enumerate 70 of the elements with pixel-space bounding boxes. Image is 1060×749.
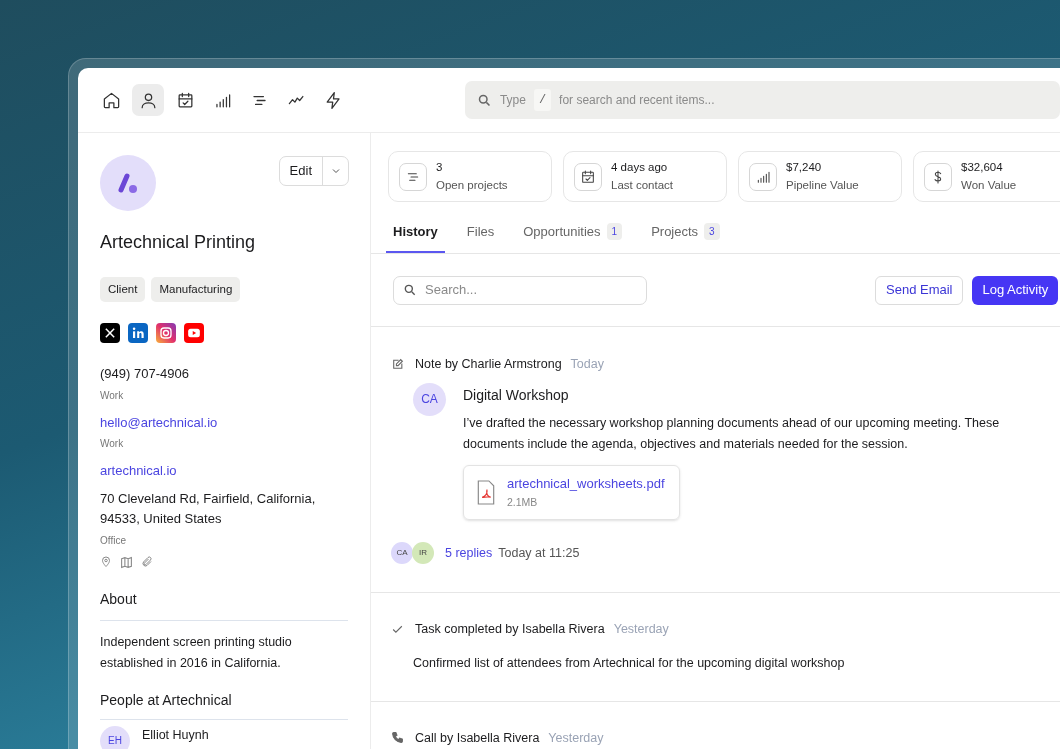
pdf-file-icon (476, 479, 496, 505)
stat-label: Pipeline Value (786, 178, 859, 193)
youtube-logo-icon[interactable] (184, 323, 204, 344)
file-name[interactable]: artechnical_worksheets.pdf (507, 473, 665, 494)
section-title: About (100, 588, 348, 621)
phone-number: (949) 707-4906 (100, 365, 190, 384)
map-pin-icon[interactable] (100, 555, 112, 568)
x-logo-icon[interactable] (100, 323, 120, 344)
address-text: 70 Cleveland Rd, Fairfield, California, 94533, United States (100, 489, 317, 528)
stat-value: 3 (436, 159, 444, 175)
activity-title: Note by Charlie Armstrong (415, 356, 562, 373)
stat-label: Last contact (611, 178, 673, 193)
activity-time: Yesterday (613, 621, 669, 638)
note-heading: Digital Workshop (463, 385, 570, 405)
stat-value: $32,604 (961, 159, 1004, 175)
nav-button[interactable] (132, 84, 164, 116)
tab[interactable]: Projects 3 (644, 212, 727, 253)
tag: Manufacturing (151, 277, 241, 303)
tab[interactable]: Files (459, 212, 502, 253)
calendar-icon (580, 168, 596, 185)
placeholder-text: Search... (425, 281, 478, 300)
search-icon (403, 283, 417, 297)
stat-value: $7,240 (786, 159, 823, 175)
email-link[interactable]: hello@artechnical.io (100, 412, 348, 433)
avatar: EH (100, 725, 130, 749)
contact-label: Work (100, 437, 125, 452)
map-icon[interactable] (120, 555, 133, 569)
avatar: CA (391, 542, 413, 564)
website-link[interactable]: artechnical.io (100, 461, 348, 481)
stat-value: 4 days ago (611, 159, 669, 175)
about-text: Independent screen printing studio established in 2016 in California. (100, 633, 293, 672)
activity-time: Yesterday (548, 729, 604, 747)
contact-label: Office (100, 533, 127, 548)
tag: Client (100, 277, 146, 303)
contact-label: Work (100, 388, 125, 403)
reply-time: Today at 11:25 (498, 544, 580, 562)
placeholder-text: for search and recent items... (559, 92, 715, 109)
tab[interactable]: Opportunities 1 (516, 212, 630, 253)
activity-time: Today (570, 356, 604, 373)
search-icon (476, 92, 492, 108)
phone-icon (391, 731, 404, 745)
activity-title: Call by Isabella Rivera (415, 729, 540, 747)
attachment-card[interactable]: artechnical_worksheets.pdf 2.1MB (463, 464, 680, 520)
search-field[interactable]: Search... (393, 275, 647, 305)
activity-title: Task completed by Isabella Rivera (415, 621, 605, 638)
file-size: 2.1MB (507, 495, 539, 511)
note-text: I’ve drafted the necessary workshop planning documents ahead of our upcoming meeting. These documents include the agenda, objectives and materials needed for the session. (463, 414, 1001, 453)
shortcut-key: / (533, 89, 552, 111)
global-search-field[interactable]: Type / for search and recent items... (464, 81, 1060, 119)
tab[interactable]: History (386, 212, 445, 253)
secondary-button[interactable]: Send Email (875, 275, 964, 305)
replies-link[interactable]: 5 replies (445, 543, 493, 563)
task-text: Confirmed list of attendees from Artechnical for the upcoming digital workshop (412, 654, 846, 672)
avatar: CA (413, 382, 446, 416)
count-badge: 1 (606, 223, 623, 240)
avatar: IR (412, 542, 434, 564)
count-badge: 3 (704, 223, 720, 240)
placeholder-text: Type (499, 92, 526, 109)
section-title: People at Artechnical (100, 689, 348, 720)
company-name: Artechnical Printing (100, 231, 257, 254)
stat-label: Open projects (436, 178, 508, 193)
home-icon (101, 90, 121, 110)
company-logo (100, 155, 156, 211)
instagram-logo-icon[interactable] (156, 323, 176, 344)
person-name[interactable]: Elliot Huynh (142, 725, 209, 749)
edit-icon (391, 357, 404, 371)
primary-button[interactable]: Log Activity (972, 275, 1059, 305)
linkedin-logo-icon[interactable] (128, 323, 148, 344)
paperclip-icon[interactable] (141, 555, 153, 568)
stat-label: Won Value (961, 178, 1017, 193)
